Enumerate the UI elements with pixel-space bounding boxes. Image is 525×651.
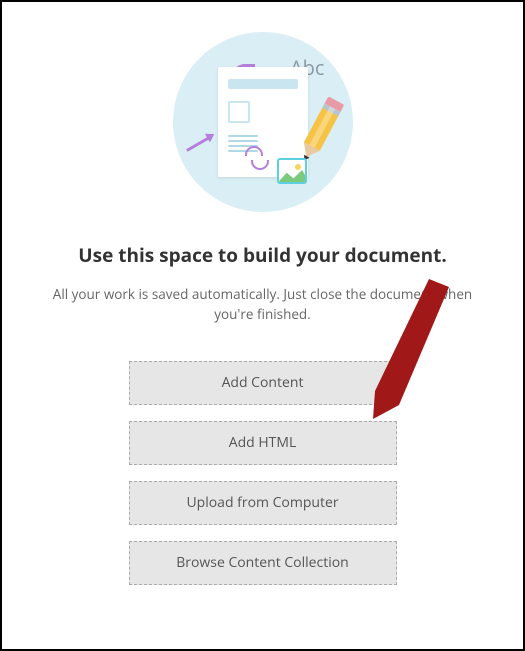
add-content-button[interactable]: Add Content	[129, 361, 397, 405]
page-subtext: All your work is saved automatically. Ju…	[33, 284, 493, 325]
upload-from-computer-button[interactable]: Upload from Computer	[129, 481, 397, 525]
swap-arrows-icon	[245, 146, 269, 170]
arrow-diagonal-icon	[186, 135, 212, 152]
add-html-button[interactable]: Add HTML	[129, 421, 397, 465]
action-buttons: Add Content Add HTML Upload from Compute…	[129, 361, 397, 585]
image-icon	[277, 158, 307, 184]
browse-content-collection-button[interactable]: Browse Content Collection	[129, 541, 397, 585]
document-builder-illustration: Abc	[173, 32, 353, 212]
page-heading: Use this space to build your document.	[78, 242, 446, 268]
